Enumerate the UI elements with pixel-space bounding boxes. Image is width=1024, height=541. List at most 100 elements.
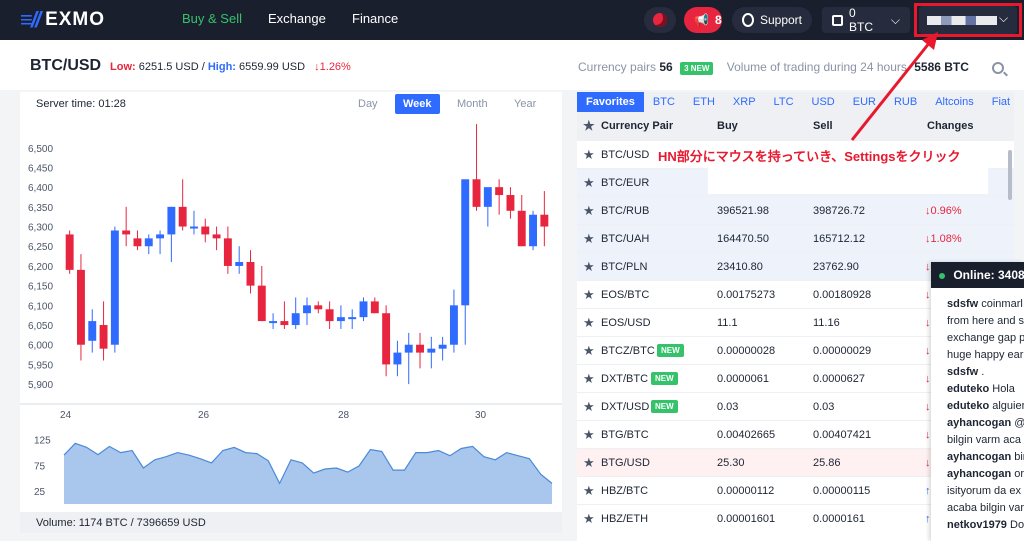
star-icon[interactable]: ★ — [583, 483, 595, 499]
candle-body[interactable] — [495, 187, 504, 196]
candle-body[interactable] — [167, 206, 176, 235]
table-scrollbar[interactable] — [1008, 150, 1012, 200]
table-row[interactable]: ★ BTC/UAH 164470.50 165712.12 ↓1.08% — [577, 224, 1014, 252]
candle-body[interactable] — [438, 344, 447, 349]
candle-body[interactable] — [370, 301, 379, 314]
chat-username[interactable]: eduteko — [947, 400, 989, 412]
candle-body[interactable] — [190, 226, 198, 229]
tab-usd[interactable]: USD — [803, 92, 844, 112]
chat-username[interactable]: ayhancogan — [947, 468, 1011, 480]
candle-body[interactable] — [483, 187, 492, 207]
candle-body[interactable] — [303, 305, 311, 314]
tab-altcoins[interactable]: Altcoins — [926, 92, 983, 112]
star-icon[interactable]: ★ — [583, 371, 595, 387]
volume-area-chart[interactable]: 125 75 25 — [20, 428, 562, 508]
nav-exchange[interactable]: Exchange — [268, 11, 326, 26]
candle-body[interactable] — [65, 234, 74, 270]
candle-body[interactable] — [122, 230, 131, 235]
price-candlestick-chart[interactable]: 6,500 6,450 6,400 6,350 6,300 6,250 6,200 6,150… — [20, 122, 562, 452]
star-icon[interactable]: ★ — [583, 315, 595, 331]
chat-username[interactable]: ayhancogan — [947, 417, 1011, 429]
tab-eur[interactable]: EUR — [844, 92, 885, 112]
candle-body[interactable] — [427, 348, 436, 353]
candle-body[interactable] — [416, 344, 424, 353]
chat-username[interactable]: ayhancogan — [947, 451, 1011, 463]
support-button[interactable]: Support — [732, 7, 812, 33]
star-icon[interactable]: ★ — [583, 287, 595, 303]
star-icon[interactable]: ★ — [583, 511, 595, 527]
period-year[interactable]: Year — [506, 94, 544, 114]
candle-body[interactable] — [461, 179, 470, 306]
candle-body[interactable] — [201, 226, 210, 235]
tab-btc[interactable]: BTC — [644, 92, 684, 112]
candle-body[interactable] — [280, 321, 289, 326]
star-icon[interactable]: ★ — [583, 259, 595, 275]
tab-favorites[interactable]: Favorites — [577, 92, 644, 112]
candle-body[interactable] — [212, 234, 221, 239]
candle-body[interactable] — [291, 313, 300, 326]
nav-finance[interactable]: Finance — [352, 11, 398, 26]
candle-body[interactable] — [517, 210, 526, 247]
candle-body[interactable] — [325, 309, 334, 322]
candle-body[interactable] — [223, 238, 232, 266]
chat-username[interactable]: eduteko — [947, 383, 989, 395]
candle-body[interactable] — [393, 352, 402, 365]
star-icon[interactable]: ★ — [583, 343, 595, 359]
candle-body[interactable] — [133, 238, 142, 247]
balance-dropdown[interactable]: 0 BTC ⌵ — [822, 6, 910, 34]
candle-body[interactable] — [156, 234, 165, 239]
chat-username[interactable]: sdsfw — [947, 366, 978, 378]
tab-rub[interactable]: RUB — [885, 92, 926, 112]
star-icon[interactable]: ★ — [583, 203, 595, 219]
candle-body[interactable] — [257, 285, 266, 322]
candle-body[interactable] — [472, 179, 481, 207]
table-row[interactable]: ★ BTC/RUB 396521.98 398726.72 ↓0.96% — [577, 196, 1014, 224]
search-icon[interactable] — [992, 62, 1004, 74]
candle-body[interactable] — [540, 214, 549, 227]
candle-body[interactable] — [382, 313, 391, 365]
candle-body[interactable] — [235, 262, 244, 266]
candle-body[interactable] — [506, 195, 515, 211]
chat-header[interactable]: Online: 3408 — [931, 262, 1024, 288]
chat-message: from here and s — [931, 313, 1024, 330]
star-icon[interactable]: ★ — [583, 427, 595, 443]
tab-eth[interactable]: ETH — [684, 92, 724, 112]
star-icon[interactable]: ★ — [583, 147, 595, 163]
theme-toggle-button[interactable] — [644, 7, 676, 33]
star-icon[interactable]: ★ — [583, 455, 595, 471]
tab-xrp[interactable]: XRP — [724, 92, 765, 112]
candle-body[interactable] — [178, 206, 187, 227]
candle-body[interactable] — [99, 325, 108, 349]
nav-buy-sell[interactable]: Buy & Sell — [182, 11, 242, 26]
column-header-buy[interactable]: Buy — [717, 120, 738, 132]
candle-body[interactable] — [348, 317, 357, 320]
period-week[interactable]: Week — [395, 94, 440, 114]
candle-body[interactable] — [404, 344, 413, 353]
star-icon[interactable]: ★ — [583, 231, 595, 247]
sell-price: 0.0000161 — [813, 513, 865, 525]
candle-body[interactable] — [110, 230, 119, 345]
candle-body[interactable] — [269, 321, 278, 324]
candle-body[interactable] — [76, 269, 85, 345]
exmo-logo[interactable]: ≡// EXMO — [20, 7, 105, 32]
candle-body[interactable] — [529, 214, 538, 247]
candle-body[interactable] — [359, 301, 368, 318]
candle-body[interactable] — [246, 262, 255, 286]
chat-username[interactable]: netkov1979 — [947, 519, 1007, 531]
period-day[interactable]: Day — [350, 94, 386, 114]
column-header-sell[interactable]: Sell — [813, 120, 833, 132]
column-header-changes[interactable]: Changes — [927, 120, 973, 132]
candle-body[interactable] — [314, 305, 323, 310]
notifications-button[interactable]: 📢 8 — [684, 7, 722, 33]
candle-body[interactable] — [449, 305, 458, 345]
star-icon[interactable]: ★ — [583, 399, 595, 415]
period-month[interactable]: Month — [449, 94, 496, 114]
tab-fiat[interactable]: Fiat — [983, 92, 1014, 112]
column-header-pair[interactable]: Currency Pair — [601, 120, 673, 132]
candle-body[interactable] — [88, 321, 97, 341]
candle-body[interactable] — [336, 317, 345, 322]
star-icon[interactable]: ★ — [583, 175, 595, 191]
tab-ltc[interactable]: LTC — [765, 92, 803, 112]
chat-username[interactable]: sdsfw — [947, 298, 978, 310]
candle-body[interactable] — [144, 238, 153, 247]
